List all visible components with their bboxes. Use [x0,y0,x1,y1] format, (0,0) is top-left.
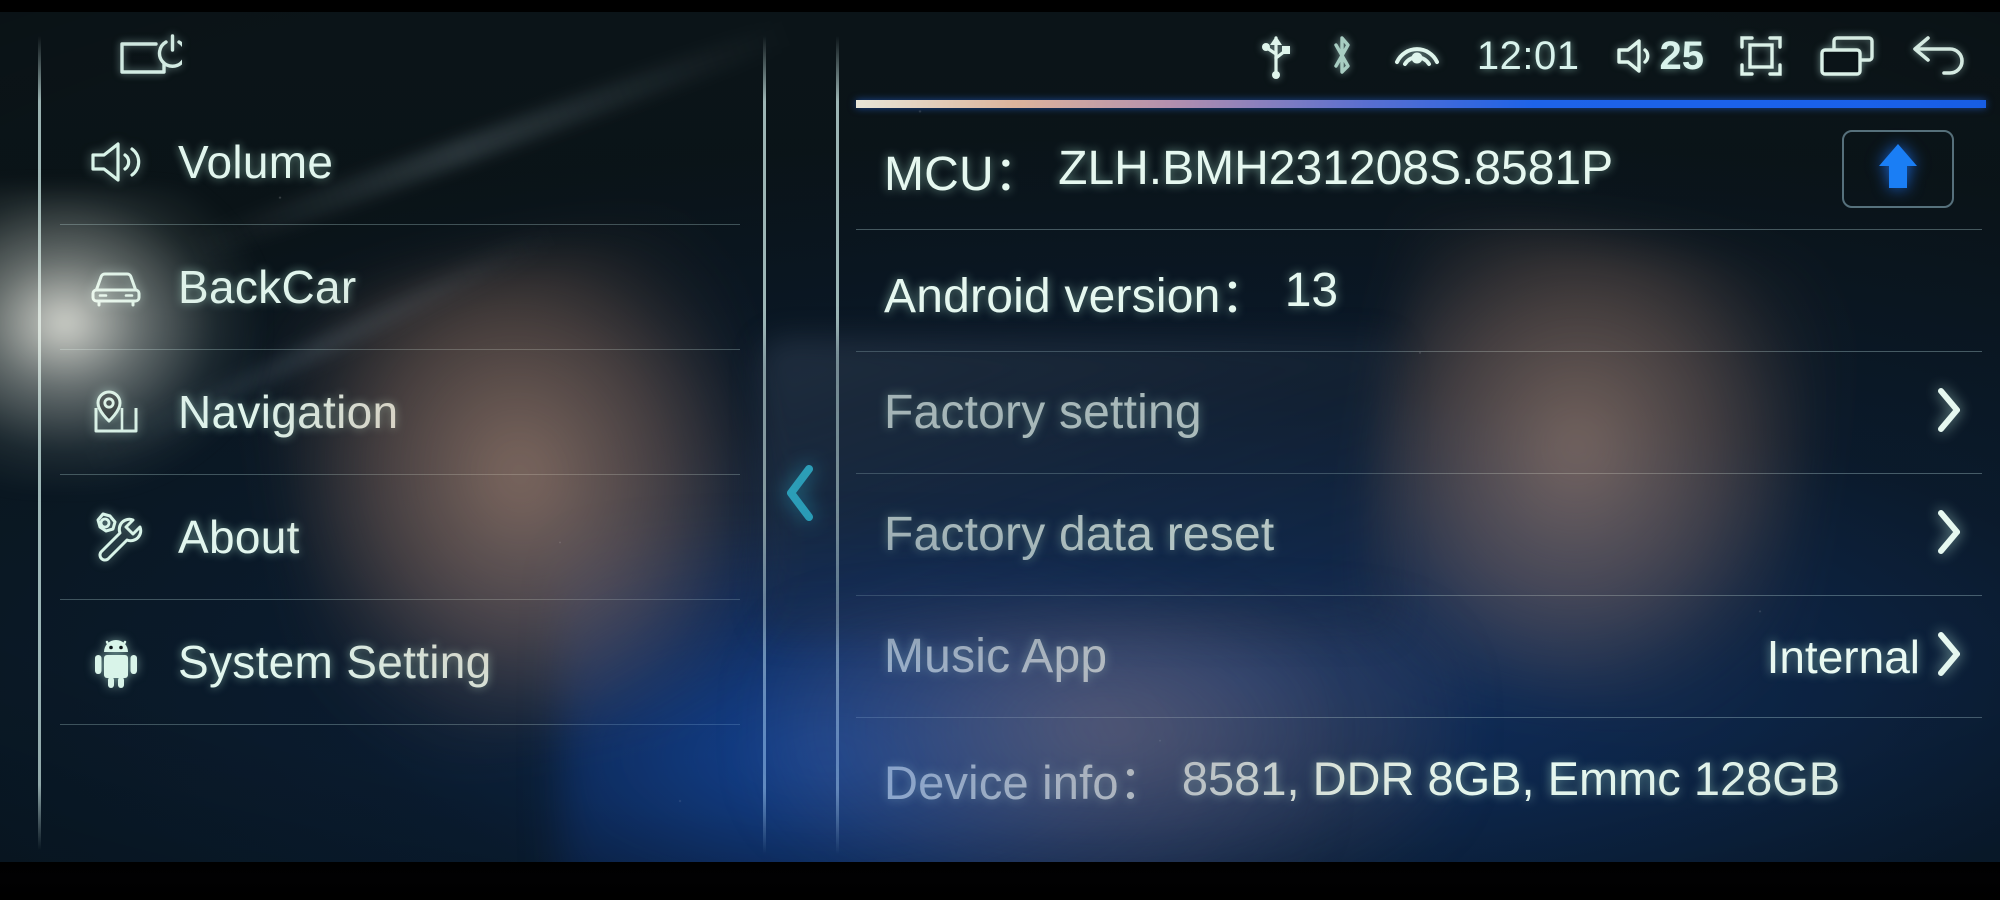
row-mcu[interactable]: MCU： ZLH.BMH231208S.8581P [856,108,1982,230]
volume-icon [1614,34,1658,78]
row-label: Android version： [884,269,1269,323]
chevron-left-icon [781,463,821,528]
sidebar-collapse-button[interactable] [775,463,827,527]
sidebar-item-label: About [178,511,300,563]
fullscreen-icon[interactable] [1738,33,1784,79]
car-head-unit-screen: 12:01 25 Volume BackCar Navigation About… [0,8,2000,870]
about-settings-panel: MCU： ZLH.BMH231208S.8581P Android versio… [856,100,1986,850]
sidebar-item-about[interactable]: About [60,475,740,600]
chevron-right-icon [1934,384,1964,441]
volume-icon [88,134,144,190]
row-label: Music App [884,630,1108,683]
row-factory-data-reset[interactable]: Factory data reset [856,474,1982,596]
arrow-up-icon [1875,140,1921,197]
panel-divider-middle-b [836,36,839,854]
status-bar: 12:01 25 [0,8,2000,100]
bluetooth-icon [1327,32,1357,80]
settings-sidebar: Volume BackCar Navigation About System S… [60,100,740,844]
volume-level: 25 [1659,33,1705,78]
row-music-app[interactable]: Music App Internal [856,596,1982,718]
ui-layer: 12:01 25 Volume BackCar Navigation About… [0,8,2000,870]
volume-indicator[interactable]: 25 [1614,33,1705,79]
row-factory-setting[interactable]: Factory setting [856,352,1982,474]
mcu-update-button[interactable] [1842,129,1954,208]
device-info-value: 8581, DDR 8GB, Emmc 128GB [1181,752,1841,805]
sidebar-item-label: System Setting [178,636,492,688]
recent-apps-icon[interactable] [1818,33,1876,79]
panel-divider-middle-a [763,36,766,854]
back-arrow-icon[interactable] [1910,33,1972,79]
row-label: Factory setting [884,386,1202,439]
map-pin-icon [88,384,144,440]
android-robot-icon [88,634,144,690]
row-label: Factory data reset [884,508,1275,561]
clock: 12:01 [1476,33,1580,78]
mcu-version-value: ZLH.BMH231208S.8581P [1058,142,1614,195]
sidebar-item-label: Navigation [178,386,399,438]
music-app-value: Internal [1766,630,1920,683]
row-android-version: Android version： 13 [856,230,1982,352]
row-device-info: Device info： 8581, DDR 8GB, Emmc 128GB [856,718,1982,839]
wifi-hotspot-icon [1391,32,1443,80]
panel-divider-left [38,36,41,850]
sidebar-item-volume[interactable]: Volume [60,100,740,225]
photographed-screen: 12:01 25 Volume BackCar Navigation About… [0,0,2000,900]
sidebar-item-navigation[interactable]: Navigation [60,350,740,475]
sidebar-item-backcar[interactable]: BackCar [60,225,740,350]
sidebar-item-label: BackCar [178,261,357,313]
android-version-value: 13 [1284,264,1339,317]
wrench-gear-icon [88,509,144,565]
row-label: MCU： [884,147,1043,201]
sidebar-item-label: Volume [178,136,334,188]
screen-power-off-icon[interactable] [118,34,182,80]
accent-bar [856,100,1986,108]
car-front-icon [88,259,144,315]
chevron-right-icon [1934,628,1964,685]
row-label: Device info： [884,756,1166,809]
chevron-right-icon [1934,506,1964,563]
usb-icon [1259,32,1293,80]
sidebar-item-system-setting[interactable]: System Setting [60,600,740,725]
